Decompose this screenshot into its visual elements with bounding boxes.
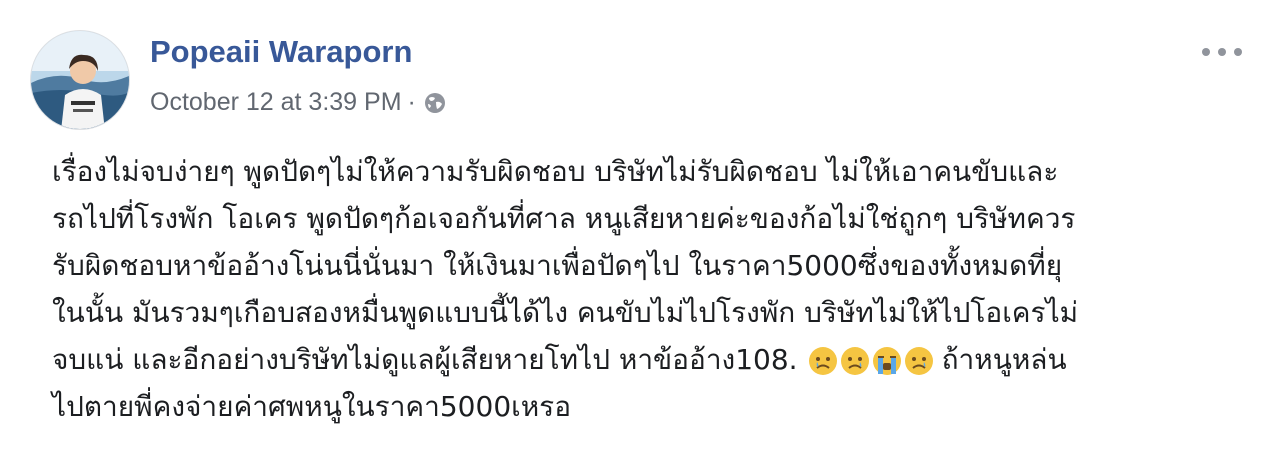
meta-separator: ·: [407, 88, 416, 116]
avatar-photo: [31, 31, 129, 129]
emoji-group: [808, 346, 934, 376]
post-text: เรื่องไม่จบง่ายๆ พูดปัดๆไม่ให้ความรับผิด…: [52, 148, 1252, 430]
crying-face-emoji: [872, 347, 901, 375]
post-timestamp[interactable]: October 12 at 3:39 PM: [150, 88, 402, 117]
ellipsis-icon[interactable]: [1202, 42, 1242, 62]
post-text-line: ไปตายพี่คงจ่ายค่าศพหนูในราคา5000เหรอ: [52, 390, 572, 423]
globe-icon[interactable]: [424, 92, 446, 114]
author-name[interactable]: Popeaii Waraporn: [150, 34, 412, 70]
dot: [1202, 48, 1210, 56]
sad-face-emoji: [904, 347, 933, 375]
facebook-post: Popeaii Waraporn October 12 at 3:39 PM ·…: [0, 0, 1280, 456]
post-text-line: จบแน่ และอีกอย่างบริษัทไม่ดูแลผู้เสียหาย…: [52, 336, 1252, 383]
sad-face-emoji: [808, 347, 837, 375]
post-text-fragment: จบแน่ และอีกอย่างบริษัทไม่ดูแลผู้เสียหาย…: [52, 343, 798, 376]
post-text-fragment: ถ้าหนูหล่น: [941, 343, 1067, 376]
author-avatar[interactable]: [30, 30, 130, 130]
post-text-line: ในนั้น มันรวมๆเกือบสองหมื่นพูดแบบนี้ได้ไ…: [52, 296, 1079, 329]
post-header: Popeaii Waraporn October 12 at 3:39 PM ·: [28, 28, 1258, 130]
post-meta: October 12 at 3:39 PM ·: [150, 88, 446, 117]
post-text-line: เรื่องไม่จบง่ายๆ พูดปัดๆไม่ให้ความรับผิด…: [52, 155, 1059, 188]
post-text-line: รถไปที่โรงพัก โอเคร พูดปัดๆก้อเจอกันที่ศ…: [52, 202, 1076, 235]
sad-face-emoji: [840, 347, 869, 375]
dot: [1234, 48, 1242, 56]
dot: [1218, 48, 1226, 56]
post-text-line: รับผิดชอบหาข้ออ้างโน่นนี่นั่นมา ให้เงินม…: [52, 249, 1063, 282]
